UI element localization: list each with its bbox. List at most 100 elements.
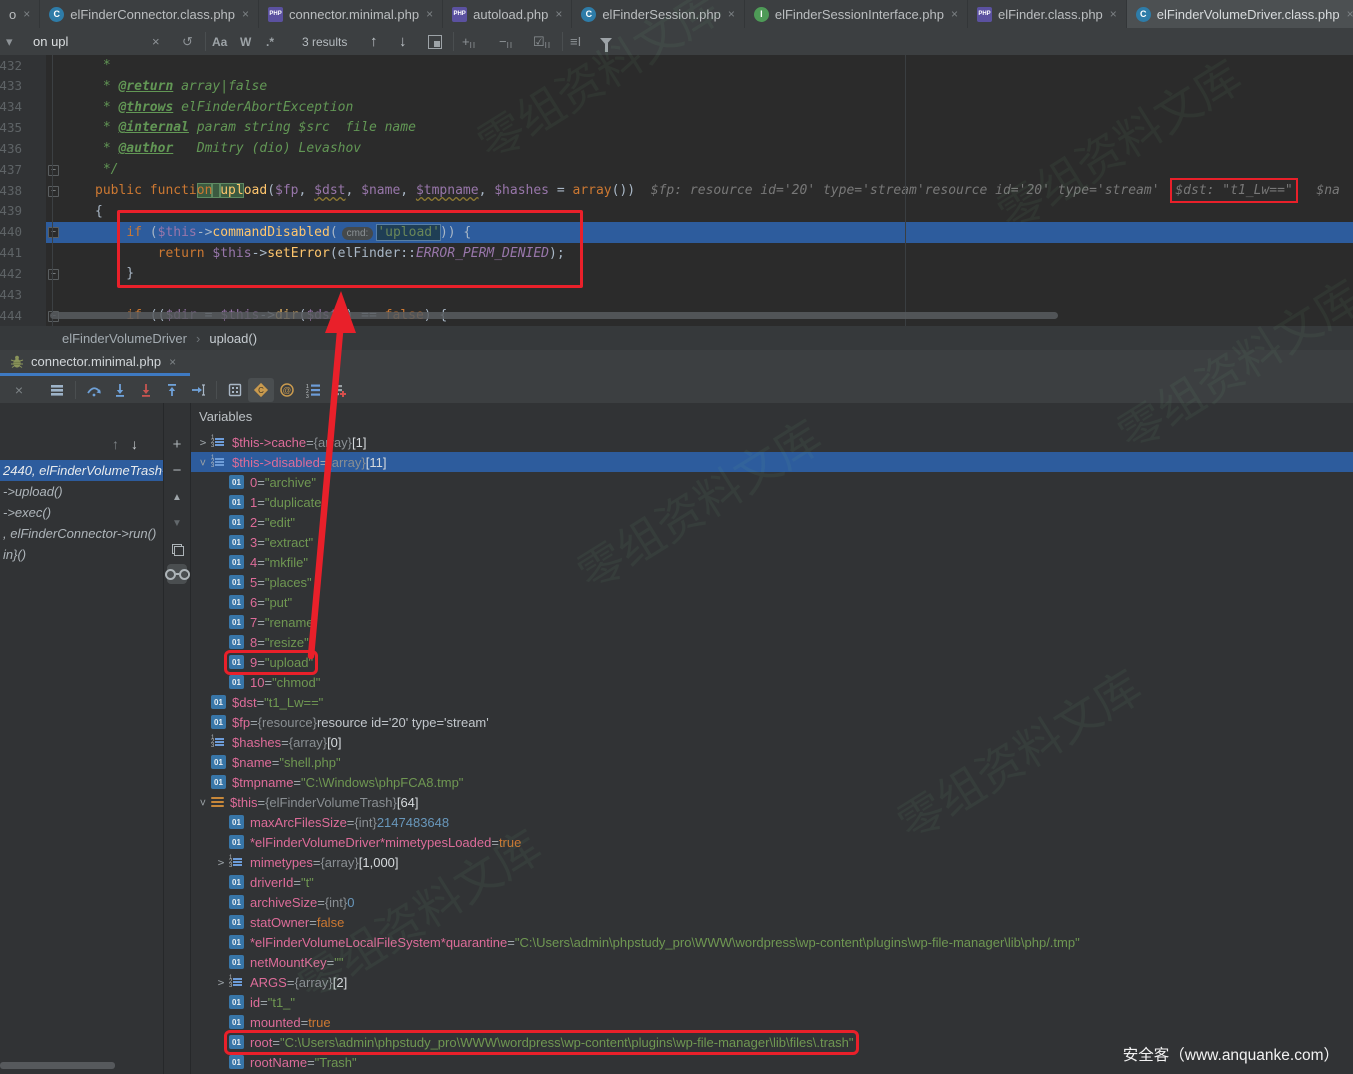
variable-row[interactable]: 01driverId = "t" (191, 872, 1353, 892)
breadcrumb-method[interactable]: upload() (209, 331, 257, 346)
variable-row[interactable]: 01$dst = "t1_Lw==" (191, 692, 1353, 712)
fold-marker-icon[interactable]: − (48, 165, 59, 176)
variable-row[interactable]: 014 = "mkfile" (191, 552, 1353, 572)
php-console-icon[interactable]: C (248, 378, 274, 402)
close-icon[interactable]: × (169, 355, 176, 369)
variable-row[interactable]: 012 = "edit" (191, 512, 1353, 532)
words-toggle[interactable]: W (240, 35, 251, 49)
close-icon[interactable]: × (426, 7, 433, 21)
editor-tab[interactable]: o× (0, 0, 40, 28)
select-all-occurrences-icon[interactable]: ☑II (533, 34, 551, 50)
close-icon[interactable]: × (242, 7, 249, 21)
frame-row[interactable]: ->upload() (0, 481, 163, 502)
variable-row[interactable]: 01*elFinderVolumeDriver*mimetypesLoaded … (191, 832, 1353, 852)
regex-toggle[interactable]: .* (266, 35, 274, 49)
close-icon[interactable]: × (555, 7, 562, 21)
expander-icon[interactable]: > (197, 454, 210, 470)
editor-tab[interactable]: PHPelFinder.class.php× (968, 0, 1127, 28)
editor-tab[interactable]: CelFinderSession.php× (572, 0, 745, 28)
editor-horizontal-scrollbar[interactable] (50, 312, 1058, 319)
variable-row[interactable]: 016 = "put" (191, 592, 1353, 612)
variable-row[interactable]: 01archiveSize = {int} 0 (191, 892, 1353, 912)
frames-horizontal-scrollbar[interactable] (0, 1062, 115, 1069)
variable-row[interactable]: 01$fp = {resource} resource id='20' type… (191, 712, 1353, 732)
fold-marker-icon[interactable]: − (48, 186, 59, 197)
editor-tab[interactable]: CelFinderVolumeDriver.class.php× (1127, 0, 1353, 28)
step-into-icon[interactable] (107, 378, 133, 402)
add-watch-icon[interactable]: + (167, 434, 187, 454)
variable-row[interactable]: 013 = "extract" (191, 532, 1353, 552)
clear-search-icon[interactable]: × (152, 34, 160, 49)
fold-marker-icon[interactable]: − (48, 227, 59, 238)
evaluate-expression-icon[interactable] (222, 378, 248, 402)
expander-icon[interactable]: > (213, 976, 229, 989)
frame-row[interactable]: in}() (0, 544, 163, 565)
breadcrumb-class[interactable]: elFinderVolumeDriver (62, 331, 187, 346)
variable-row[interactable]: 01maxArcFilesSize = {int} 2147483648 (191, 812, 1353, 832)
frame-up-icon[interactable]: ↑ (112, 436, 119, 452)
close-icon[interactable]: × (1347, 7, 1353, 21)
frame-row[interactable]: ->exec() (0, 502, 163, 523)
frame-row[interactable]: , elFinderConnector->run() (0, 523, 163, 544)
move-up-icon[interactable]: ▲ (167, 487, 187, 507)
frame-row[interactable]: 2440, elFinderVolumeTrash->up (0, 460, 163, 481)
funnel-filter-icon[interactable] (600, 38, 612, 45)
editor-tab[interactable]: PHPautoload.php× (443, 0, 572, 28)
variable-row[interactable]: 017 = "rename" (191, 612, 1353, 632)
next-match-icon[interactable]: ↓ (399, 33, 407, 50)
variable-row[interactable]: 01$name = "shell.php" (191, 752, 1353, 772)
variable-row[interactable]: 018 = "resize" (191, 632, 1353, 652)
expander-icon[interactable]: > (197, 794, 210, 810)
remove-watch-icon[interactable]: − (167, 460, 187, 480)
close-icon[interactable]: × (6, 378, 32, 402)
search-input[interactable]: on upl (33, 34, 68, 49)
variable-row[interactable]: 01$tmpname = "C:\Windows\phpFCA8.tmp" (191, 772, 1353, 792)
editor-tab[interactable]: IelFinderSessionInterface.php× (745, 0, 968, 28)
mail-coin-icon[interactable]: @ (274, 378, 300, 402)
variable-row[interactable]: 010 = "archive" (191, 472, 1353, 492)
close-icon[interactable]: × (728, 7, 735, 21)
close-icon[interactable]: × (1110, 7, 1117, 21)
variable-row[interactable]: 123$hashes = {array} [0] (191, 732, 1353, 752)
run-to-cursor-icon[interactable] (185, 378, 211, 402)
variable-row[interactable]: >123ARGS = {array} [2] (191, 972, 1353, 992)
variable-row[interactable]: 01netMountKey = "" (191, 952, 1353, 972)
add-to-watches-icon[interactable] (326, 378, 352, 402)
debug-session-tab[interactable]: connector.minimal.php × (0, 350, 186, 373)
match-case-toggle[interactable]: Aa (212, 35, 227, 49)
add-occurrence-icon[interactable]: +II (462, 34, 476, 50)
prev-match-icon[interactable]: ↑ (370, 33, 378, 50)
variable-row[interactable]: 01mounted = true (191, 1012, 1353, 1032)
variable-row[interactable]: 01*elFinderVolumeLocalFileSystem*quarant… (191, 932, 1353, 952)
force-step-into-icon[interactable] (133, 378, 159, 402)
numbered-list-icon[interactable]: 123 (300, 378, 326, 402)
variable-row[interactable]: 019 = "upload" (191, 652, 1353, 672)
editor-tab[interactable]: CelFinderConnector.class.php× (40, 0, 259, 28)
filter-lines-icon[interactable]: ≡I (570, 34, 581, 49)
variable-row[interactable]: 011 = "duplicate" (191, 492, 1353, 512)
variable-row[interactable]: >123$this->cache = {array} [1] (191, 432, 1353, 452)
variable-row[interactable]: >$this = {elFinderVolumeTrash} [64] (191, 792, 1353, 812)
close-icon[interactable]: × (23, 7, 30, 21)
expander-icon[interactable]: > (213, 856, 229, 869)
frame-down-icon[interactable]: ↓ (131, 436, 138, 452)
step-out-icon[interactable] (159, 378, 185, 402)
variable-row[interactable]: >123$this->disabled = {array} [11] (191, 452, 1353, 472)
variable-row[interactable]: 0110 = "chmod" (191, 672, 1353, 692)
variable-row[interactable]: 015 = "places" (191, 572, 1353, 592)
expander-icon[interactable]: > (195, 436, 211, 449)
variable-row[interactable]: >123mimetypes = {array} [1,000] (191, 852, 1353, 872)
fold-marker-icon[interactable]: − (48, 269, 59, 280)
open-in-find-window-icon[interactable] (428, 35, 442, 49)
step-over-icon[interactable] (81, 378, 107, 402)
variable-row[interactable]: 01id = "t1_" (191, 992, 1353, 1012)
show-watches-icon[interactable] (167, 564, 187, 584)
close-icon[interactable]: × (951, 7, 958, 21)
threads-view-icon[interactable] (44, 378, 70, 402)
copy-icon[interactable] (167, 539, 187, 559)
move-down-icon[interactable]: ▼ (167, 513, 187, 533)
dropdown-caret-icon[interactable]: ▾ (6, 34, 13, 50)
refresh-search-icon[interactable]: ↺ (182, 34, 193, 50)
remove-occurrence-icon[interactable]: −II (499, 34, 513, 50)
editor-tab[interactable]: PHPconnector.minimal.php× (259, 0, 443, 28)
